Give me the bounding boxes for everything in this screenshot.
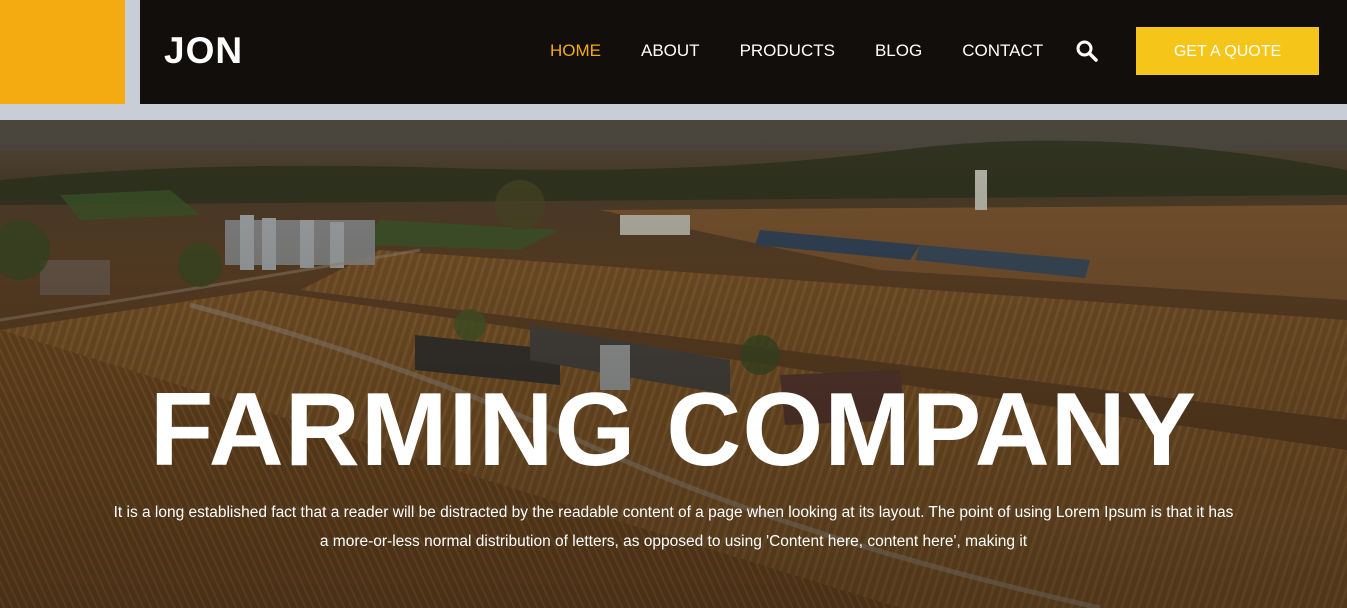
logo-block xyxy=(0,0,125,104)
nav-blog[interactable]: BLOG xyxy=(875,38,922,64)
nav-contact[interactable]: CONTACT xyxy=(962,38,1043,64)
nav-home[interactable]: HOME xyxy=(550,38,601,64)
page: JON HOME ABOUT PRODUCTS BLOG CONTACT GET… xyxy=(0,0,1347,608)
hero-title: FARMING COMPANY xyxy=(149,372,1198,488)
search-icon[interactable] xyxy=(1075,39,1099,63)
header-bar: JON HOME ABOUT PRODUCTS BLOG CONTACT GET… xyxy=(140,0,1347,104)
main-nav: HOME ABOUT PRODUCTS BLOG CONTACT xyxy=(550,38,1083,64)
brand-logo[interactable]: JON xyxy=(164,28,243,74)
nav-about[interactable]: ABOUT xyxy=(641,38,700,64)
hero-description: It is a long established fact that a rea… xyxy=(113,504,1234,550)
hero-section: FARMING COMPANY It is a long established… xyxy=(0,120,1347,608)
nav-products[interactable]: PRODUCTS xyxy=(740,38,835,64)
get-a-quote-button[interactable]: GET A QUOTE xyxy=(1136,27,1319,75)
